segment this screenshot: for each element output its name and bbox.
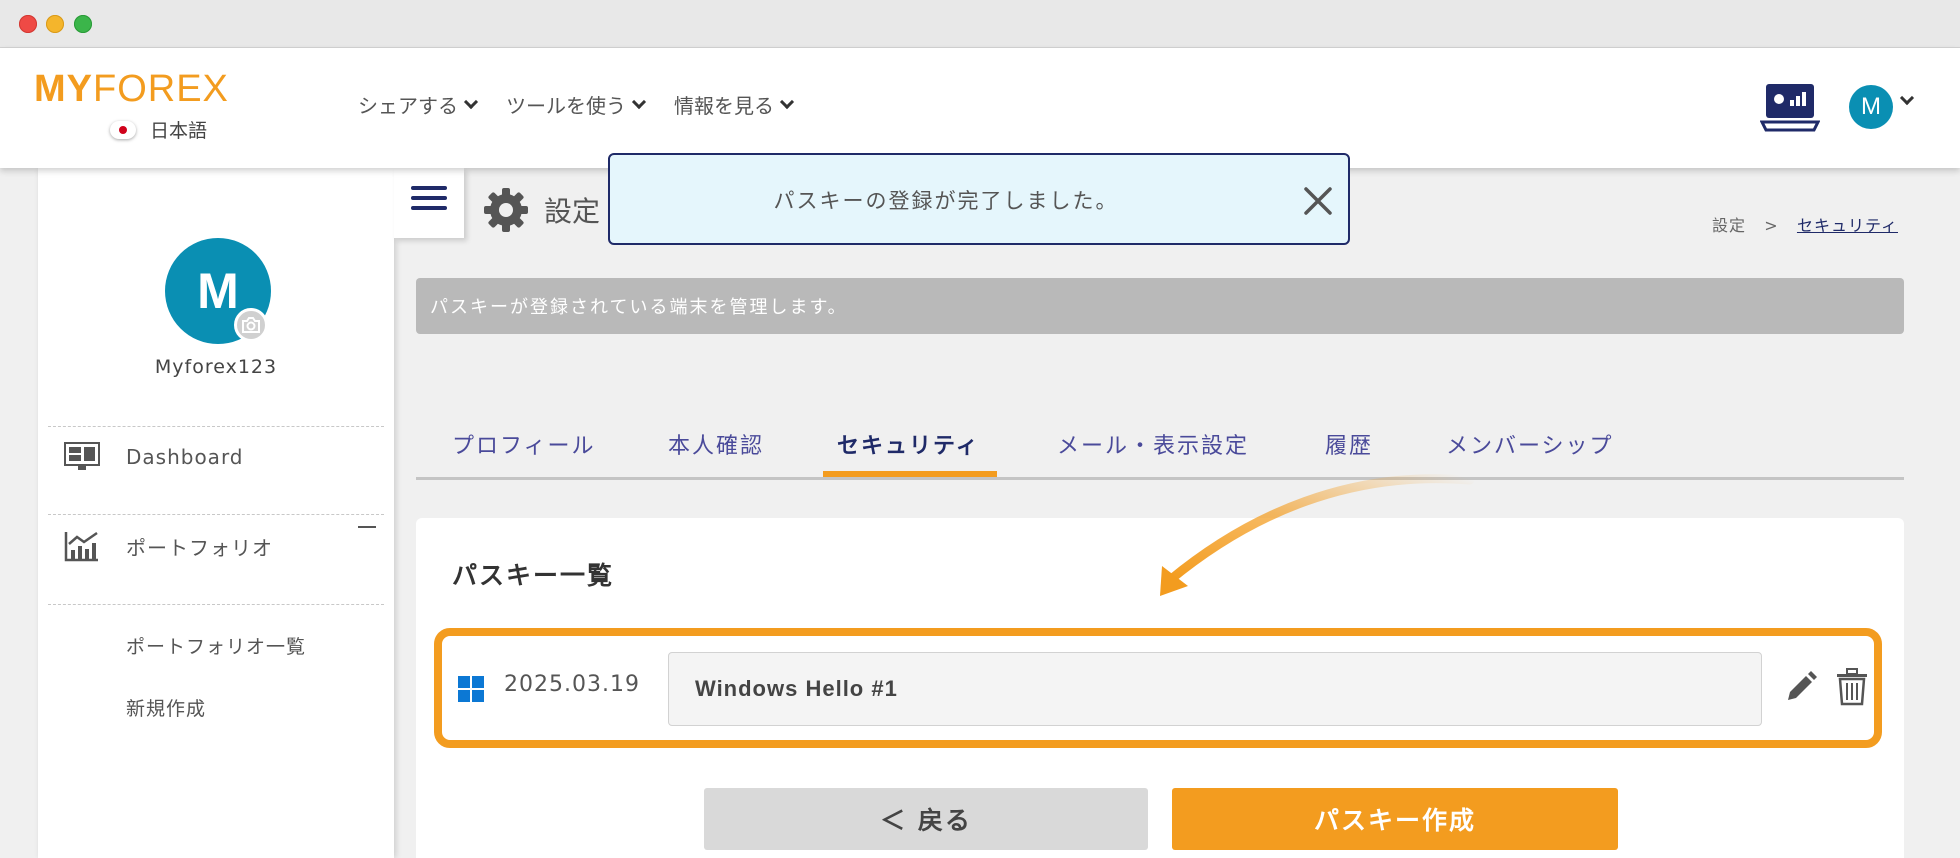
close-icon[interactable] [1302,185,1334,217]
top-header: MYFOREX 日本語 シェアする ツールを使う 情報を見る M [0,48,1960,168]
passkey-date: 2025.03.19 [504,672,640,697]
card-title: パスキー一覧 [452,561,615,590]
gear-icon [484,188,528,232]
browser-content: MYFOREX 日本語 シェアする ツールを使う 情報を見る M M Myfor… [0,48,1960,858]
trash-icon[interactable] [1834,668,1870,706]
windows-icon [458,676,484,702]
tab-profile[interactable]: プロフィール [452,428,596,460]
minimize-window-button[interactable] [46,15,64,33]
breadcrumb-current[interactable]: セキュリティ [1797,216,1898,235]
nav-info[interactable]: 情報を見る [674,90,795,119]
divider [48,514,384,515]
myforex-logo[interactable]: MYFOREX [34,68,229,111]
dashboard-icon [64,442,100,470]
nav-tools[interactable]: ツールを使う [506,90,647,119]
nav-share[interactable]: シェアする [358,90,479,119]
collapse-icon[interactable] [358,526,376,528]
tab-security[interactable]: セキュリティ [837,428,980,460]
create-passkey-button[interactable]: パスキー作成 [1172,788,1618,850]
back-button[interactable]: ＜ 戻る [704,788,1148,850]
chevron-down-icon [631,94,647,110]
settings-tabs: プロフィール 本人確認 セキュリティ メール・表示設定 履歴 メンバーシップ [416,408,1904,480]
tab-membership[interactable]: メンバーシップ [1446,428,1614,460]
language-selector[interactable]: 日本語 [110,116,207,143]
info-banner: パスキーが登録されている端末を管理します。 [416,278,1904,334]
japan-flag-icon [110,120,136,139]
top-nav: シェアする ツールを使う 情報を見る [358,90,795,119]
sidebar-subitem-new[interactable]: 新規作成 [126,694,206,721]
close-window-button[interactable] [19,15,37,33]
tab-mail-display[interactable]: メール・表示設定 [1057,428,1249,460]
page-title: 設定 [544,195,601,228]
language-label: 日本語 [150,120,208,142]
menu-toggle-button[interactable] [394,168,464,238]
toast-message: パスキーの登録が完了しました。 [773,189,1119,213]
breadcrumb: 設定 > セキュリティ [1712,212,1898,236]
chart-icon [64,531,98,562]
chevron-down-icon[interactable] [1899,90,1915,106]
chevron-down-icon [463,94,479,110]
monitor-dashboard-icon[interactable] [1760,82,1820,132]
divider [48,604,384,605]
sidebar-item-dashboard[interactable]: Dashboard [64,442,244,472]
passkey-row: 2025.03.19 Windows Hello #1 [434,628,1882,748]
window-titlebar [0,0,1960,48]
maximize-window-button[interactable] [74,15,92,33]
user-avatar[interactable]: M [1849,85,1893,129]
sidebar-item-label: ポートフォリオ [126,535,273,560]
username: Myforex123 [154,356,278,378]
sidebar-item-portfolio[interactable]: ポートフォリオ [64,530,273,562]
passkey-name-field[interactable]: Windows Hello #1 [668,652,1762,726]
sidebar-item-label: Dashboard [126,445,244,469]
divider [48,426,384,427]
breadcrumb-separator: > [1764,216,1779,235]
active-tab-indicator [823,471,997,477]
sidebar: M Myforex123 Dashboard ポートフォリオ ポートフォリオ一覧… [38,168,394,858]
breadcrumb-root[interactable]: 設定 [1712,216,1746,235]
sidebar-subitem-portfolio-list[interactable]: ポートフォリオ一覧 [126,632,306,659]
tab-history[interactable]: 履歴 [1325,428,1373,460]
tab-identity[interactable]: 本人確認 [668,428,764,460]
chevron-down-icon [779,94,795,110]
page-header: 設定 [484,188,600,232]
camera-icon[interactable] [234,308,268,342]
pencil-icon[interactable] [1782,670,1818,706]
success-toast: パスキーの登録が完了しました。 [608,153,1350,245]
annotation-arrow [1160,474,1475,596]
